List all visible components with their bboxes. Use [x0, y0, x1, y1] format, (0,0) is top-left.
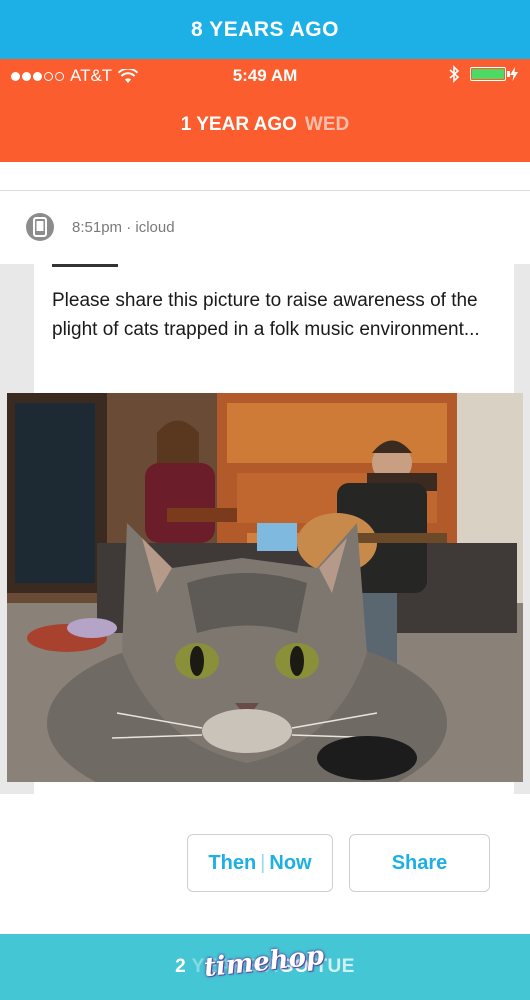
- source-separator: ·: [126, 218, 132, 236]
- post-header-mark: [52, 264, 118, 267]
- then-label: Then: [208, 851, 257, 874]
- share-button[interactable]: Share: [349, 834, 490, 892]
- year-banner-label: 8 YEARS AGO: [191, 17, 339, 41]
- then-now-button[interactable]: Then | Now: [187, 834, 333, 892]
- year-banner-8-years[interactable]: 8 YEARS AGO: [0, 0, 530, 59]
- then-now-separator: |: [260, 851, 266, 874]
- status-bar: AT&T 5:49 AM: [0, 59, 530, 93]
- timehop-logo-text: timehop: [202, 940, 326, 984]
- year-banner-2-years[interactable]: 2 YEARS AGO TUE timehop: [0, 934, 530, 1000]
- bluetooth-icon: [449, 65, 460, 83]
- section-header: AT&T 5:49 AM 1 YEAR AGO WED: [0, 59, 530, 162]
- charging-icon: [510, 67, 518, 81]
- phone-icon: [26, 213, 54, 241]
- cat-photo[interactable]: [7, 393, 523, 782]
- section-title-label: 1 YEAR AGO: [180, 114, 297, 135]
- bottom-prefix: 2: [175, 956, 187, 977]
- section-title: 1 YEAR AGO WED: [0, 114, 530, 136]
- post-text: Please share this picture to raise aware…: [52, 290, 480, 340]
- timehop-logo: timehop: [203, 937, 326, 988]
- source-app: icloud: [135, 218, 175, 236]
- now-label: Now: [269, 851, 312, 874]
- source-info: 8:51pm · icloud: [72, 219, 175, 236]
- source-row: 8:51pm · icloud: [26, 213, 175, 241]
- battery-icon: [470, 67, 510, 81]
- source-time: 8:51pm: [72, 218, 123, 236]
- action-buttons: Then | Now Share: [0, 834, 530, 894]
- section-day: WED: [304, 114, 350, 135]
- share-label: Share: [391, 851, 448, 874]
